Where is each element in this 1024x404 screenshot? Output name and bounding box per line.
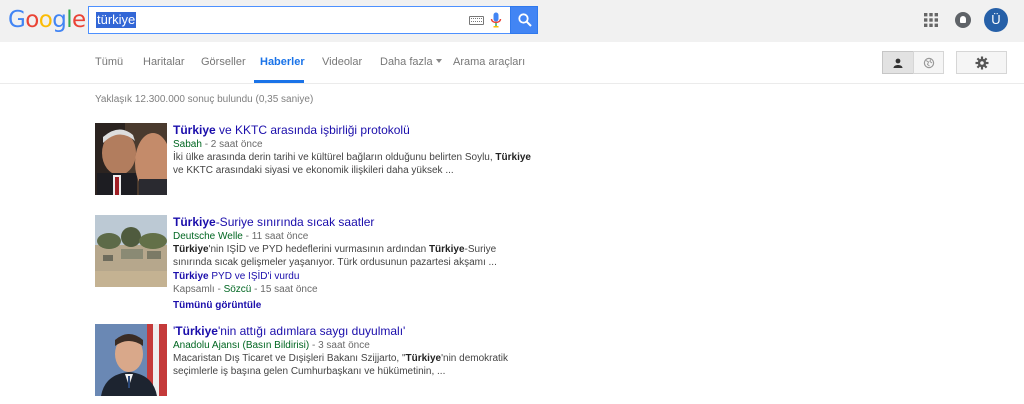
google-logo[interactable]: Google [8, 6, 86, 34]
search-input[interactable] [95, 11, 465, 29]
logo-letter: g [52, 7, 67, 33]
active-tab-indicator [254, 80, 304, 83]
result-title-link[interactable]: Türkiye-Suriye sınırında sıcak saatler [173, 215, 633, 230]
result-snippet: Macaristan Dış Ticaret ve Dışişleri Baka… [173, 352, 533, 378]
search-box[interactable]: türkiye [88, 6, 510, 34]
tab-more[interactable]: Daha fazla [380, 42, 442, 84]
search-button[interactable] [510, 6, 538, 34]
title-keyword: Türkiye [175, 324, 218, 338]
result-source: Anadolu Ajansı (Basın Bildirisi) [173, 340, 310, 351]
keyboard-icon[interactable] [469, 16, 484, 25]
tab-search-tools[interactable]: Arama araçları [453, 42, 525, 84]
snippet-keyword: Türkiye [173, 244, 209, 255]
logo-letter: e [72, 7, 86, 33]
notifications-bell-icon[interactable] [955, 12, 971, 28]
snippet-keyword: Türkiye [405, 353, 442, 364]
logo-letter: o [38, 7, 53, 33]
personal-results-button[interactable] [882, 51, 914, 74]
result-snippet: İki ülke arasında derin tarihi ve kültür… [173, 151, 533, 177]
snippet-text: İki ülke arasında derin tarihi ve kültür… [173, 152, 496, 163]
news-thumbnail[interactable] [95, 324, 167, 396]
tab-news[interactable]: Haberler [260, 42, 305, 84]
snippet-text: ve KKTC arasındaki siyasi ve ekonomik il… [173, 165, 454, 176]
result-source: Deutsche Welle [173, 231, 243, 242]
news-thumbnail[interactable] [95, 215, 167, 287]
tab-all[interactable]: Tümü [95, 42, 123, 84]
tab-videos[interactable]: Videolar [322, 42, 362, 84]
search-tabs-bar: Tümü Haritalar Görseller Haberler Videol… [0, 42, 1024, 84]
result-source-line: Anadolu Ajansı (Basın Bildirisi) - 3 saa… [173, 339, 633, 352]
snippet-text: Macaristan Dış Ticaret ve Dışişleri Baka… [173, 353, 406, 364]
related-title: PYD ve IŞİD'i vurdu [208, 271, 300, 282]
snippet-text: 'nin IŞİD ve PYD hedeflerini vurmasının … [208, 244, 429, 255]
title-keyword: Türkiye [173, 215, 216, 229]
results-stats: Yaklaşık 12.300.000 sonuç bulundu (0,35 … [95, 94, 314, 105]
result-title-link[interactable]: 'Türkiye'nin attığı adımlara saygı duyul… [173, 324, 633, 339]
result-snippet: Türkiye'nin IŞİD ve PYD hedeflerini vurm… [173, 243, 533, 269]
result-source: Sabah [173, 139, 202, 150]
search-icon [518, 13, 532, 27]
tab-maps[interactable]: Haritalar [143, 42, 185, 84]
view-all-link[interactable]: Tümünü görüntüle [173, 299, 633, 313]
result-source-line: Sabah - 2 saat önce [173, 138, 633, 151]
news-thumbnail[interactable] [95, 123, 167, 195]
snippet-keyword: Türkiye [495, 152, 531, 163]
globe-icon [923, 57, 934, 68]
title-keyword: Türkiye [173, 123, 216, 137]
result-source-line: Deutsche Welle - 11 saat önce [173, 230, 633, 243]
microphone-icon[interactable] [490, 12, 502, 29]
result-body: Türkiye-Suriye sınırında sıcak saatler D… [173, 215, 633, 313]
result-title-link[interactable]: Türkiye ve KKTC arasında işbirliği proto… [173, 123, 633, 138]
gear-icon [975, 56, 988, 69]
logo-letter: G [8, 7, 26, 33]
tab-more-label: Daha fazla [380, 56, 433, 68]
related-prefix: Kapsamlı - [173, 284, 224, 295]
result-time: - 11 saat önce [242, 231, 309, 242]
chevron-down-icon [435, 59, 442, 63]
result-body: Türkiye ve KKTC arasında işbirliği proto… [173, 123, 633, 177]
logo-letter: o [25, 7, 39, 33]
public-results-button[interactable] [913, 51, 944, 74]
related-story-link[interactable]: Türkiye PYD ve IŞİD'i vurdu [173, 270, 633, 283]
related-keyword: Türkiye [173, 271, 209, 282]
result-body: 'Türkiye'nin attığı adımlara saygı duyul… [173, 324, 633, 378]
apps-grid-icon[interactable] [924, 13, 938, 27]
snippet-keyword: Türkiye [428, 244, 465, 255]
related-source-line: Kapsamlı - Sözcü - 15 saat önce [173, 283, 633, 296]
related-source: Sözcü [223, 284, 252, 295]
settings-button[interactable] [956, 51, 1007, 74]
result-time: - 3 saat önce [309, 340, 370, 351]
top-bar: Google türkiye Ü [0, 0, 1024, 42]
result-time: - 2 saat önce [201, 139, 263, 150]
title-text: 'nin attığı adımlara saygı duyulmalı' [217, 324, 406, 338]
person-icon [893, 58, 903, 68]
title-text: ve KKTC arasında işbirliği protokolü [215, 123, 410, 137]
related-time: - 15 saat önce [251, 284, 318, 295]
title-text: -Suriye sınırında sıcak saatler [215, 215, 375, 229]
tab-images[interactable]: Görseller [201, 42, 246, 84]
account-avatar[interactable]: Ü [984, 8, 1008, 32]
